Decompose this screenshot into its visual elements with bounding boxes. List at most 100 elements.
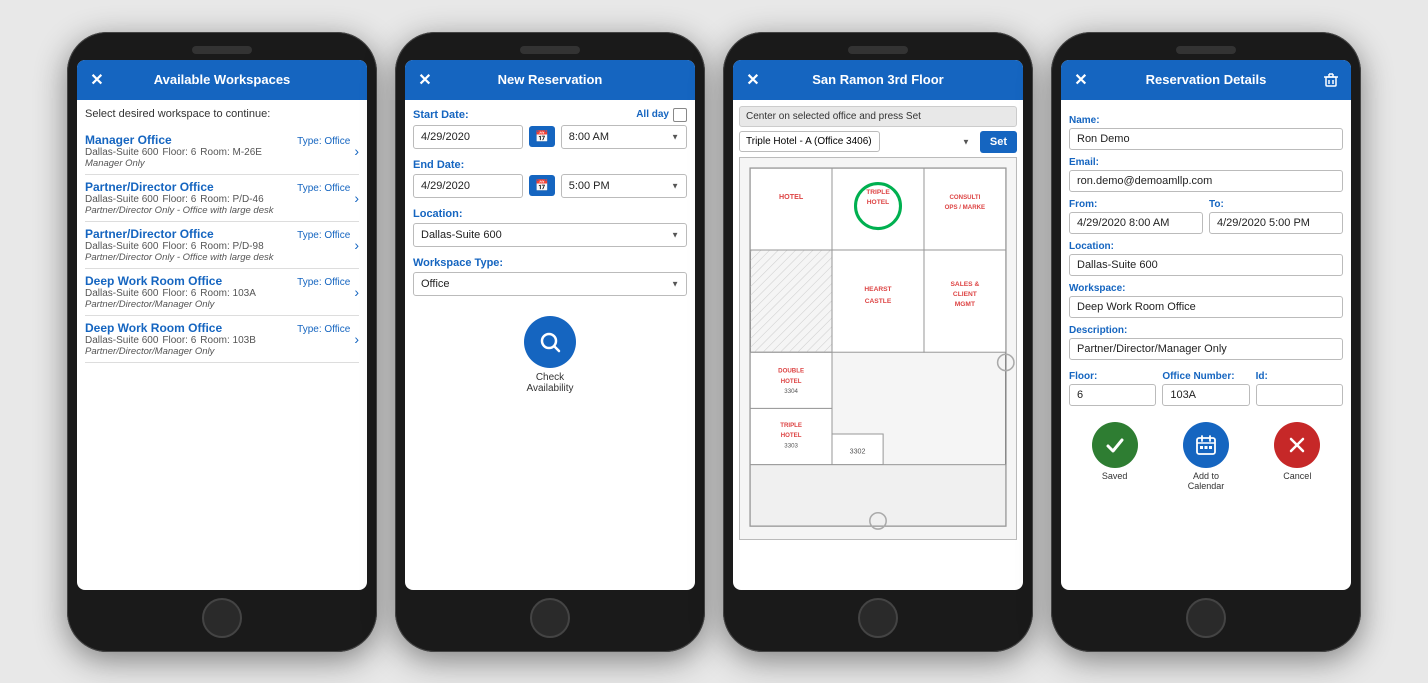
location-input[interactable]: [1069, 254, 1343, 276]
svg-text:3302: 3302: [850, 447, 866, 455]
phone-screen-4: ✕ Reservation Details Name:: [1061, 60, 1351, 590]
floor-map-svg: HOTEL TRIPLE HOTEL CONSULTI OPS / MARKE: [740, 158, 1016, 536]
workspace-chevron: ›: [354, 190, 359, 206]
workspace-type: Type: Office: [297, 277, 350, 288]
start-date-label-row: Start Date: All day: [413, 108, 687, 122]
svg-text:3303: 3303: [784, 442, 798, 449]
phones-container: ✕ Available Workspaces Select desired wo…: [67, 32, 1361, 652]
start-time-wrapper: 8:00 AM: [561, 125, 687, 149]
saved-button[interactable]: Saved: [1092, 422, 1138, 481]
svg-text:DOUBLE: DOUBLE: [778, 367, 804, 374]
cancel-button[interactable]: Cancel: [1274, 422, 1320, 481]
workspace-details: Dallas-Suite 600 Floor: 6 Room: 103A: [85, 288, 350, 299]
phone3-home-button[interactable]: [858, 598, 898, 638]
workspace-location: Dallas-Suite 600: [85, 241, 158, 252]
phone-screen-3: ✕ San Ramon 3rd Floor Center on selected…: [733, 60, 1023, 590]
phone2-home-button[interactable]: [530, 598, 570, 638]
svg-text:HOTEL: HOTEL: [781, 377, 802, 384]
workspace-note: Partner/Director Only - Office with larg…: [85, 252, 350, 263]
phone1-home-button[interactable]: [202, 598, 242, 638]
action-buttons: Saved: [1069, 418, 1343, 491]
all-day-checkbox[interactable]: [673, 108, 687, 122]
check-availability-icon: [524, 316, 576, 368]
add-to-calendar-button[interactable]: Add toCalendar: [1183, 422, 1229, 491]
phone4-home-button[interactable]: [1186, 598, 1226, 638]
workspace-note: Partner/Director/Manager Only: [85, 346, 350, 357]
name-input[interactable]: [1069, 128, 1343, 150]
workspace-item[interactable]: Deep Work Room Office Type: Office Dalla…: [85, 269, 359, 316]
workspace-list: Manager Office Type: Office Dallas-Suite…: [85, 128, 359, 363]
end-time-select[interactable]: 5:00 PM: [561, 174, 687, 198]
workspace-type: Type: Office: [297, 230, 350, 241]
location-label: Location:: [413, 208, 687, 220]
phone4-header: ✕ Reservation Details: [1061, 60, 1351, 100]
workspace-note: Manager Only: [85, 158, 350, 169]
svg-text:TRIPLE: TRIPLE: [866, 188, 890, 195]
phone-4: ✕ Reservation Details Name:: [1051, 32, 1361, 652]
start-date-cal-icon[interactable]: 📅: [529, 126, 555, 147]
end-date-group: End Date: 📅 5:00 PM: [413, 159, 687, 198]
workspace-type-select[interactable]: Office: [413, 272, 687, 296]
phone-2: ✕ New Reservation Start Date: All day: [395, 32, 705, 652]
workspace-item[interactable]: Partner/Director Office Type: Office Dal…: [85, 222, 359, 269]
all-day-group: All day: [636, 108, 687, 122]
workspace-chevron: ›: [354, 143, 359, 159]
workspace-input[interactable]: [1069, 296, 1343, 318]
svg-text:HOTEL: HOTEL: [781, 432, 802, 439]
workspace-item[interactable]: Partner/Director Office Type: Office Dal…: [85, 175, 359, 222]
saved-label: Saved: [1102, 471, 1128, 481]
start-date-row: 📅 8:00 AM: [413, 125, 687, 149]
email-input[interactable]: [1069, 170, 1343, 192]
calendar-icon: [1183, 422, 1229, 468]
workspace-type: Type: Office: [297, 324, 350, 335]
from-to-row: From: To:: [1069, 192, 1343, 234]
phone-3: ✕ San Ramon 3rd Floor Center on selected…: [723, 32, 1033, 652]
floor-label: Floor:: [1069, 371, 1156, 382]
office-number-col: Office Number:: [1162, 364, 1249, 406]
workspace-name: Deep Work Room Office: [85, 274, 222, 288]
phone4-trash-icon[interactable]: [1321, 70, 1341, 90]
email-label: Email:: [1069, 157, 1343, 168]
workspace-floor: Floor: 6: [162, 194, 196, 205]
set-button[interactable]: Set: [980, 131, 1017, 153]
id-input[interactable]: [1256, 384, 1343, 406]
to-input[interactable]: [1209, 212, 1343, 234]
start-time-select[interactable]: 8:00 AM: [561, 125, 687, 149]
phone3-header: ✕ San Ramon 3rd Floor: [733, 60, 1023, 100]
workspace-note: Partner/Director Only - Office with larg…: [85, 205, 350, 216]
workspace-item[interactable]: Manager Office Type: Office Dallas-Suite…: [85, 128, 359, 175]
workspace-location: Dallas-Suite 600: [85, 335, 158, 346]
end-date-cal-icon[interactable]: 📅: [529, 175, 555, 196]
svg-text:TRIPLE: TRIPLE: [780, 421, 802, 428]
workspace-room: Room: P/D-98: [200, 241, 263, 252]
workspace-details: Dallas-Suite 600 Floor: 6 Room: M-26E: [85, 147, 350, 158]
start-date-label: Start Date:: [413, 109, 469, 121]
svg-text:MGMT: MGMT: [955, 301, 975, 308]
phone3-close-icon[interactable]: ✕: [743, 70, 763, 90]
workspace-location: Dallas-Suite 600: [85, 288, 158, 299]
workspace-type-wrapper: Office: [413, 272, 687, 296]
to-col: To:: [1209, 192, 1343, 234]
floor-input[interactable]: [1069, 384, 1156, 406]
end-date-row: 📅 5:00 PM: [413, 174, 687, 198]
description-input[interactable]: [1069, 338, 1343, 360]
from-input[interactable]: [1069, 212, 1203, 234]
location-select[interactable]: Dallas-Suite 600: [413, 223, 687, 247]
workspace-room: Room: 103A: [200, 288, 256, 299]
workspace-info: Manager Office Type: Office Dallas-Suite…: [85, 133, 350, 169]
end-time-wrapper: 5:00 PM: [561, 174, 687, 198]
floor-office-id-row: Floor: Office Number: Id:: [1069, 364, 1343, 406]
location-label: Location:: [1069, 241, 1343, 252]
workspace-note: Partner/Director/Manager Only: [85, 299, 350, 310]
workspace-item[interactable]: Deep Work Room Office Type: Office Dalla…: [85, 316, 359, 363]
office-number-input[interactable]: [1162, 384, 1249, 406]
phone4-close-icon[interactable]: ✕: [1071, 70, 1091, 90]
start-date-input[interactable]: [413, 125, 523, 149]
phone1-close-icon[interactable]: ✕: [87, 70, 107, 90]
end-date-input[interactable]: [413, 174, 523, 198]
check-availability-button[interactable]: CheckAvailability: [413, 316, 687, 394]
map-hint-text: Center on selected office and press Set: [739, 106, 1017, 127]
office-selector[interactable]: Triple Hotel - A (Office 3406): [739, 131, 880, 152]
phone2-close-icon[interactable]: ✕: [415, 70, 435, 90]
saved-icon: [1092, 422, 1138, 468]
